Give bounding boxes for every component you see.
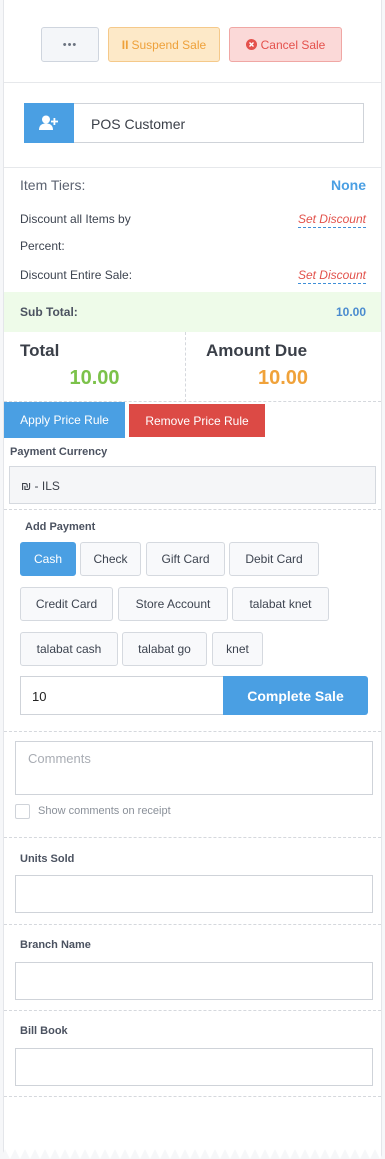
discount-items-label-line1: Discount all Items by — [20, 212, 131, 226]
payment-method-store-account[interactable]: Store Account — [118, 587, 228, 621]
currency-divider — [4, 509, 381, 510]
total-label: Total — [20, 341, 60, 360]
payment-method-knet[interactable]: knet — [212, 632, 263, 666]
apply-price-rule-label: Apply Price Rule — [20, 413, 109, 427]
payment-method-talabat-knet[interactable]: talabat knet — [232, 587, 329, 621]
suspend-sale-button[interactable]: II Suspend Sale — [108, 27, 220, 62]
cancel-sale-button[interactable]: Cancel Sale — [229, 27, 342, 62]
branch-name-label: Branch Name — [20, 939, 91, 951]
payment-amount-value: 10 — [32, 689, 47, 704]
more-icon: ••• — [62, 38, 78, 51]
bill-book-label: Bill Book — [20, 1025, 68, 1037]
customer-divider — [4, 167, 381, 168]
item-tiers-label: Item Tiers: — [20, 177, 86, 193]
units-divider — [4, 924, 381, 925]
show-comments-label: Show comments on receipt — [38, 805, 171, 817]
apply-price-rule-button[interactable]: Apply Price Rule — [4, 402, 125, 438]
top-divider — [4, 82, 381, 83]
payment-method-talabat-cash[interactable]: talabat cash — [20, 632, 118, 666]
payment-currency-value: ₪ - ILS — [21, 479, 60, 493]
branch-name-input[interactable] — [15, 962, 373, 1000]
subtotal-label: Sub Total: — [20, 305, 78, 319]
complete-sale-button[interactable]: Complete Sale — [223, 676, 368, 715]
amount-due-value: 10.00 — [257, 367, 309, 389]
bill-divider — [4, 1096, 381, 1097]
discount-items-label-line2: Percent: — [20, 239, 65, 253]
payment-divider — [4, 731, 381, 732]
subtotal-row: Sub Total: 10.00 — [4, 292, 381, 332]
comments-textarea[interactable]: Comments — [15, 741, 373, 795]
show-comments-checkbox[interactable] — [15, 804, 30, 819]
comments-divider — [4, 837, 381, 838]
payment-method-cash[interactable]: Cash — [20, 542, 76, 576]
sale-panel: ••• II Suspend Sale Cancel Sale POS Cust… — [0, 0, 385, 1159]
comments-placeholder: Comments — [28, 751, 91, 766]
subtotal-value: 10.00 — [335, 305, 366, 319]
payment-method-credit-card[interactable]: Credit Card — [20, 587, 113, 621]
receipt-zigzag-edge — [0, 1149, 385, 1159]
branch-divider — [4, 1010, 381, 1011]
pause-icon: II — [121, 37, 129, 52]
more-options-button[interactable]: ••• — [41, 27, 99, 62]
units-sold-input[interactable] — [15, 875, 373, 913]
payment-method-talabat-go[interactable]: talabat go — [122, 632, 207, 666]
discount-sale-label: Discount Entire Sale: — [20, 268, 133, 282]
totals-box: Total 10.00 Amount Due 10.00 — [4, 332, 381, 402]
cancel-sale-label: Cancel Sale — [260, 37, 326, 52]
amount-due-label: Amount Due — [206, 341, 308, 360]
suspend-sale-label: Suspend Sale — [131, 37, 207, 52]
payment-method-gift-card[interactable]: Gift Card — [146, 542, 225, 576]
set-discount-items-link[interactable]: Set Discount — [297, 212, 366, 228]
remove-price-rule-label: Remove Price Rule — [145, 413, 249, 428]
set-discount-sale-link[interactable]: Set Discount — [297, 268, 366, 284]
add-payment-label: Add Payment — [25, 521, 96, 533]
payment-method-check[interactable]: Check — [80, 542, 141, 576]
cancel-circle-icon — [245, 39, 257, 50]
units-sold-label: Units Sold — [20, 853, 75, 865]
complete-sale-label: Complete Sale — [247, 687, 344, 704]
bill-book-input[interactable] — [15, 1048, 373, 1086]
customer-selector[interactable]: POS Customer — [24, 103, 364, 143]
item-tiers-value[interactable]: None — [331, 177, 366, 193]
payment-amount-input[interactable]: 10 — [20, 676, 224, 715]
add-user-icon — [39, 115, 58, 130]
add-customer-button[interactable] — [24, 103, 74, 143]
payment-method-debit-card[interactable]: Debit Card — [229, 542, 319, 576]
payment-currency-label: Payment Currency — [10, 446, 108, 458]
payment-currency-select[interactable]: ₪ - ILS — [9, 466, 376, 504]
total-value: 10.00 — [69, 367, 120, 389]
remove-price-rule-button[interactable]: Remove Price Rule — [129, 404, 265, 437]
customer-name: POS Customer — [91, 116, 186, 132]
